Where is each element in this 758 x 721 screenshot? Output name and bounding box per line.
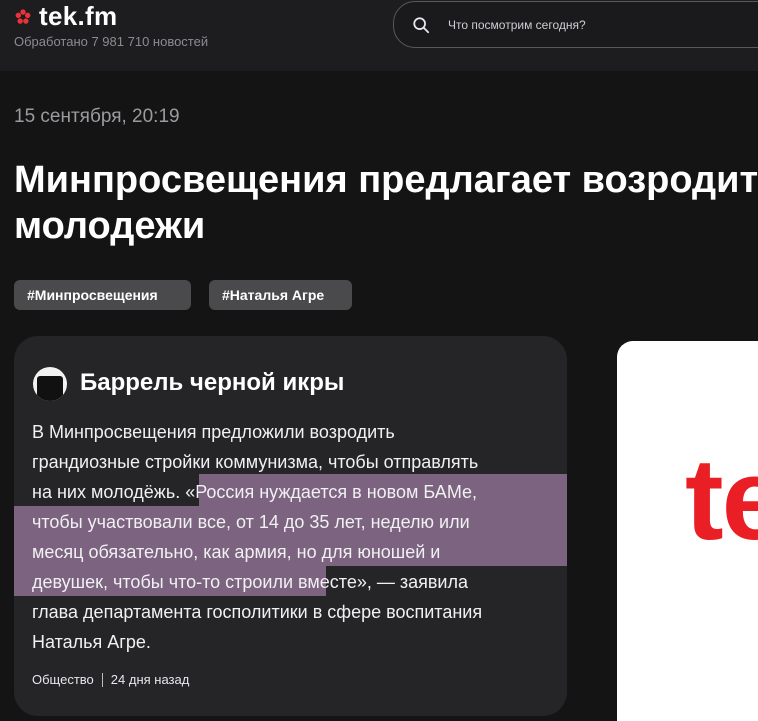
- article-date: 15 сентября, 20:19: [14, 106, 180, 127]
- site-logo[interactable]: tek.fm: [14, 1, 117, 32]
- card-body: В Минпросвещения предложили возродить гр…: [32, 417, 552, 657]
- search-icon: [413, 17, 430, 34]
- article-title: Минпросвещения предлагает возродить моло…: [14, 157, 758, 249]
- source-name[interactable]: Баррель черной икры: [80, 369, 344, 397]
- search-input[interactable]: [448, 15, 748, 35]
- body-line: чтобы участвовали все, от 14 до 35 лет, …: [32, 512, 470, 532]
- body-line: грандиозные стройки коммунизма, чтобы от…: [32, 452, 479, 472]
- image-logo-letters: te: [685, 434, 758, 564]
- body-line: Наталья Агре.: [32, 632, 151, 652]
- card-meta: Общество 24 дня назад: [32, 672, 189, 687]
- article-image[interactable]: te: [617, 341, 758, 721]
- body-line: месяц обязательно, как армия, но для юно…: [32, 542, 441, 562]
- body-line: девушек, чтобы что-то строили вместе», —…: [32, 572, 468, 592]
- processed-count: Обработано 7 981 710 новостей: [14, 34, 209, 49]
- site-header: tek.fm Обработано 7 981 710 новостей: [0, 0, 758, 71]
- meta-divider: [101, 672, 103, 687]
- body-line: глава департамента госполитики в сфере в…: [32, 602, 483, 622]
- body-line: на них молодёжь. «Россия нуждается в нов…: [32, 482, 478, 502]
- news-card[interactable]: Баррель черной икры В Минпросвещения пре…: [14, 336, 567, 716]
- logo-text: tek.fm: [39, 1, 118, 31]
- search-box[interactable]: [393, 1, 758, 48]
- title-line-1: Минпросвещения предлагает возродить: [14, 159, 758, 201]
- tag-natalya-agre[interactable]: #Наталья Агре: [209, 280, 352, 310]
- tag-minprosveshcheniya[interactable]: #Минпросвещения: [14, 280, 191, 310]
- title-line-2: молодежи: [14, 205, 206, 247]
- body-line: В Минпросвещения предложили возродить: [32, 422, 395, 442]
- source-avatar: [33, 367, 67, 401]
- time-ago: 24 дня назад: [110, 672, 190, 687]
- category-link[interactable]: Общество: [32, 672, 94, 687]
- flower-icon: [15, 8, 31, 24]
